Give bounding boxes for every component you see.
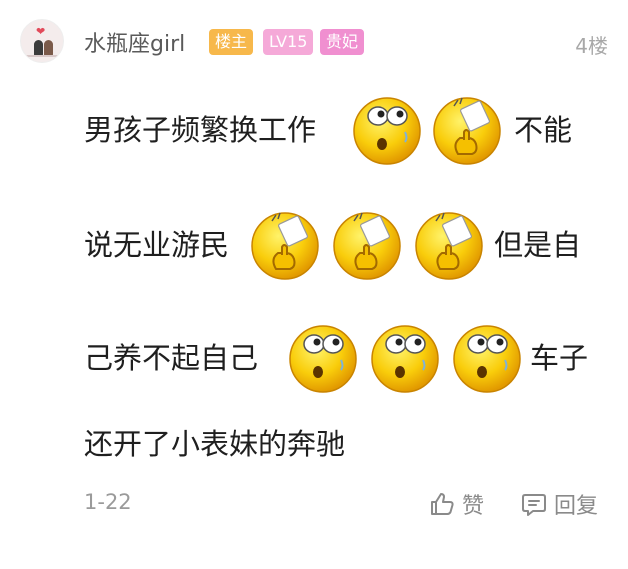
comment-text-line: 但是自 <box>494 228 582 262</box>
comment-text-line: 男孩子频繁换工作 <box>84 113 317 147</box>
avatar-ground <box>25 55 59 57</box>
thumbs-up-face-emoji <box>248 209 322 283</box>
username[interactable]: 水瓶座girl <box>84 26 185 58</box>
comment-text-line: 不能 <box>514 113 573 147</box>
level-badge: LV15 <box>263 29 314 55</box>
thumbs-up-face-emoji <box>430 94 504 168</box>
surprised-face-emoji <box>450 322 524 396</box>
avatar[interactable]: ❤ <box>20 19 64 63</box>
surprised-face-emoji <box>286 322 360 396</box>
owner-badge: 楼主 <box>209 29 254 55</box>
comment-text-line: 说无业游民 <box>84 228 230 262</box>
post-date: 1-22 <box>84 490 132 514</box>
floor-number: 4楼 <box>575 34 608 58</box>
rank-badge: 贵妃 <box>320 29 365 55</box>
comment-text-line: 还开了小表妹的奔驰 <box>84 427 346 461</box>
thumbs-up-icon <box>431 493 454 515</box>
heart-icon: ❤ <box>36 25 46 38</box>
avatar-figure <box>44 40 53 56</box>
reply-label: 回复 <box>554 494 599 519</box>
surprised-face-emoji <box>350 94 424 168</box>
avatar-figure <box>34 40 43 56</box>
comment-icon <box>522 494 546 516</box>
like-button[interactable]: 赞 <box>428 488 484 520</box>
like-label: 赞 <box>462 494 485 519</box>
comment-text-line: 车子 <box>530 341 589 375</box>
comment-text-line: 己养不起自己 <box>84 341 259 375</box>
thumbs-up-face-emoji <box>330 209 404 283</box>
surprised-face-emoji <box>368 322 442 396</box>
thumbs-up-face-emoji <box>412 209 486 283</box>
reply-button[interactable]: 回复 <box>520 488 598 520</box>
